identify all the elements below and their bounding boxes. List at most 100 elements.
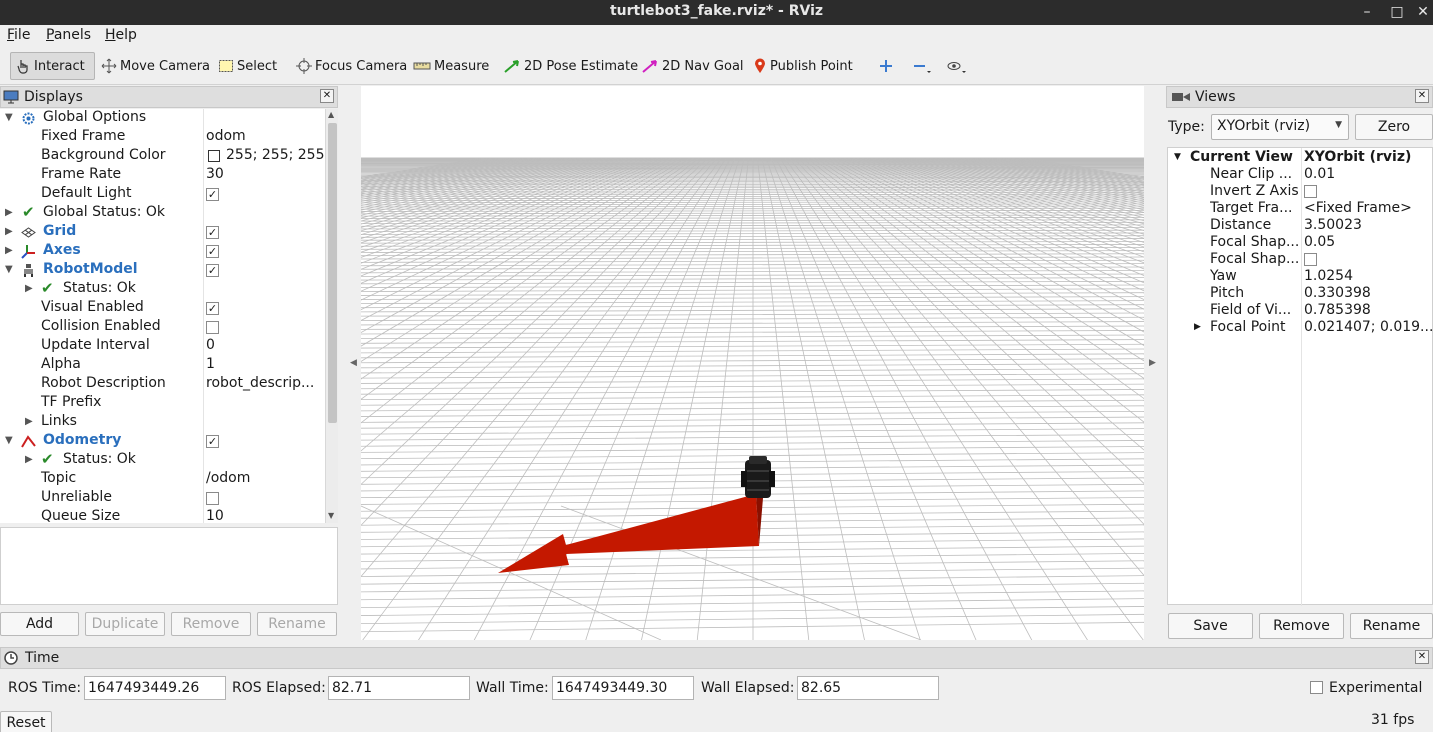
measure-tool[interactable]: Measure: [409, 52, 493, 80]
close-displays-icon[interactable]: ✕: [320, 89, 334, 103]
view-row-target-frame[interactable]: Target Fra... <Fixed Frame>: [1168, 200, 1433, 218]
close-views-icon[interactable]: ✕: [1415, 89, 1429, 103]
view-row-focal-point[interactable]: ▶ Focal Point 0.021407; 0.019...: [1168, 319, 1433, 337]
view-row-near-clip[interactable]: Near Clip ... 0.01: [1168, 166, 1433, 184]
wall-time-field[interactable]: 1647493449.30: [552, 676, 694, 700]
pitch-value[interactable]: 0.330398: [1304, 285, 1432, 301]
grid-checkbox[interactable]: ✓: [206, 226, 219, 239]
odometry-checkbox[interactable]: ✓: [206, 435, 219, 448]
tree-row-odometry[interactable]: ▼ Odometry ✓: [0, 432, 325, 451]
tree-row-fixed-frame[interactable]: Fixed Frame odom: [0, 128, 325, 147]
expand-down-icon[interactable]: ▼: [5, 112, 13, 123]
collapse-left-icon[interactable]: ◀: [350, 358, 357, 368]
tree-row-odometry-status[interactable]: ▶ ✔ Status: Ok: [0, 450, 325, 470]
ros-time-field[interactable]: 1647493449.26: [84, 676, 226, 700]
minimize-button[interactable]: –: [1357, 2, 1377, 22]
focal-point-value[interactable]: 0.021407; 0.019...: [1304, 319, 1432, 335]
focal-shape-fixed-checkbox[interactable]: [1304, 253, 1317, 266]
maximize-button[interactable]: □: [1387, 2, 1407, 22]
robotmodel-checkbox[interactable]: ✓: [206, 264, 219, 277]
pose-estimate-tool[interactable]: 2D Pose Estimate: [499, 52, 642, 80]
view-options-button[interactable]: [942, 52, 975, 80]
alpha-value[interactable]: 1: [206, 356, 215, 372]
wall-elapsed-field[interactable]: 82.65: [797, 676, 939, 700]
menu-panels[interactable]: Panels: [46, 27, 91, 43]
experimental-checkbox[interactable]: [1310, 681, 1323, 694]
tree-row-alpha[interactable]: Alpha 1: [0, 356, 325, 375]
rename-view-button[interactable]: Rename: [1350, 613, 1433, 639]
add-display-button[interactable]: Add: [0, 612, 79, 636]
add-tool-button[interactable]: [874, 52, 901, 80]
collision-enabled-checkbox[interactable]: [206, 321, 219, 334]
remove-tool-button[interactable]: [908, 52, 939, 80]
view-row-focal-shape-fixed[interactable]: Focal Shap...: [1168, 251, 1433, 269]
tree-row-background-color[interactable]: Background Color 255; 255; 255: [0, 147, 325, 166]
expand-right-icon[interactable]: ▶: [25, 283, 33, 294]
target-frame-value[interactable]: <Fixed Frame>: [1304, 200, 1432, 216]
unreliable-checkbox[interactable]: [206, 492, 219, 505]
tree-row-queue-size[interactable]: Queue Size 10: [0, 508, 325, 523]
distance-value[interactable]: 3.50023: [1304, 217, 1432, 233]
view-type-select[interactable]: XYOrbit (rviz) ▼: [1211, 114, 1349, 140]
publish-point-tool[interactable]: Publish Point: [749, 52, 857, 80]
view-row-invert-z[interactable]: Invert Z Axis: [1168, 183, 1433, 201]
displays-scrollbar[interactable]: ▲ ▼: [325, 109, 338, 523]
tree-row-topic[interactable]: Topic /odom: [0, 470, 325, 489]
near-clip-value[interactable]: 0.01: [1304, 166, 1432, 182]
tree-row-collision-enabled[interactable]: Collision Enabled: [0, 318, 325, 337]
focal-shape-size-value[interactable]: 0.05: [1304, 234, 1432, 250]
view-row-current-view[interactable]: ▼ Current View XYOrbit (rviz): [1168, 149, 1433, 167]
expand-right-icon[interactable]: ▶: [25, 416, 33, 427]
view-row-yaw[interactable]: Yaw 1.0254: [1168, 268, 1433, 286]
topic-value[interactable]: /odom: [206, 470, 250, 486]
close-time-icon[interactable]: ✕: [1415, 650, 1429, 664]
tree-row-default-light[interactable]: Default Light ✓: [0, 185, 325, 204]
rename-display-button[interactable]: Rename: [257, 612, 337, 636]
expand-right-icon[interactable]: ▶: [25, 454, 33, 465]
view-row-focal-shape-size[interactable]: Focal Shap... 0.05: [1168, 234, 1433, 252]
expand-right-icon[interactable]: ▶: [5, 226, 13, 237]
tree-row-robotmodel[interactable]: ▼ RobotModel ✓: [0, 261, 325, 280]
render-viewport[interactable]: [361, 86, 1144, 640]
fixed-frame-value[interactable]: odom: [206, 128, 246, 144]
update-interval-value[interactable]: 0: [206, 337, 215, 353]
expand-right-icon[interactable]: ▶: [5, 207, 13, 218]
background-color-value[interactable]: 255; 255; 255: [226, 147, 325, 163]
field-of-view-value[interactable]: 0.785398: [1304, 302, 1432, 318]
color-swatch[interactable]: [208, 150, 220, 162]
view-row-distance[interactable]: Distance 3.50023: [1168, 217, 1433, 235]
view-row-pitch[interactable]: Pitch 0.330398: [1168, 285, 1433, 303]
tree-row-tf-prefix[interactable]: TF Prefix: [0, 394, 325, 413]
tree-row-visual-enabled[interactable]: Visual Enabled ✓: [0, 299, 325, 318]
menu-file[interactable]: File: [7, 27, 30, 43]
expand-down-icon[interactable]: ▼: [1174, 152, 1181, 162]
tree-row-frame-rate[interactable]: Frame Rate 30: [0, 166, 325, 185]
select-tool[interactable]: Select: [214, 52, 281, 80]
tree-row-unreliable[interactable]: Unreliable: [0, 489, 325, 508]
collapse-right-icon[interactable]: ▶: [1149, 358, 1156, 368]
tree-row-global-options[interactable]: ▼ Global Options: [0, 109, 325, 128]
close-window-button[interactable]: ✕: [1413, 2, 1433, 22]
axes-checkbox[interactable]: ✓: [206, 245, 219, 258]
save-view-button[interactable]: Save: [1168, 613, 1253, 639]
invert-z-checkbox[interactable]: [1304, 185, 1317, 198]
tree-row-grid[interactable]: ▶ Grid ✓: [0, 223, 325, 242]
tree-row-robot-description[interactable]: Robot Description robot_descrip...: [0, 375, 325, 394]
expand-down-icon[interactable]: ▼: [5, 435, 13, 446]
reset-button[interactable]: Reset: [0, 711, 52, 732]
robot-description-value[interactable]: robot_descrip...: [206, 375, 314, 391]
nav-goal-tool[interactable]: 2D Nav Goal: [637, 52, 748, 80]
yaw-value[interactable]: 1.0254: [1304, 268, 1432, 284]
frame-rate-value[interactable]: 30: [206, 166, 224, 182]
scrollbar-thumb[interactable]: [328, 123, 337, 423]
tree-row-update-interval[interactable]: Update Interval 0: [0, 337, 325, 356]
interact-tool[interactable]: Interact: [10, 52, 95, 80]
ros-elapsed-field[interactable]: 82.71: [328, 676, 470, 700]
scroll-down-icon[interactable]: ▼: [328, 511, 334, 520]
menu-help[interactable]: Help: [105, 27, 137, 43]
move-camera-tool[interactable]: Move Camera: [97, 52, 214, 80]
zero-button[interactable]: Zero: [1355, 114, 1433, 140]
tree-row-links[interactable]: ▶ Links: [0, 413, 325, 432]
scroll-up-icon[interactable]: ▲: [328, 110, 334, 119]
tree-row-robotmodel-status[interactable]: ▶ ✔ Status: Ok: [0, 279, 325, 299]
